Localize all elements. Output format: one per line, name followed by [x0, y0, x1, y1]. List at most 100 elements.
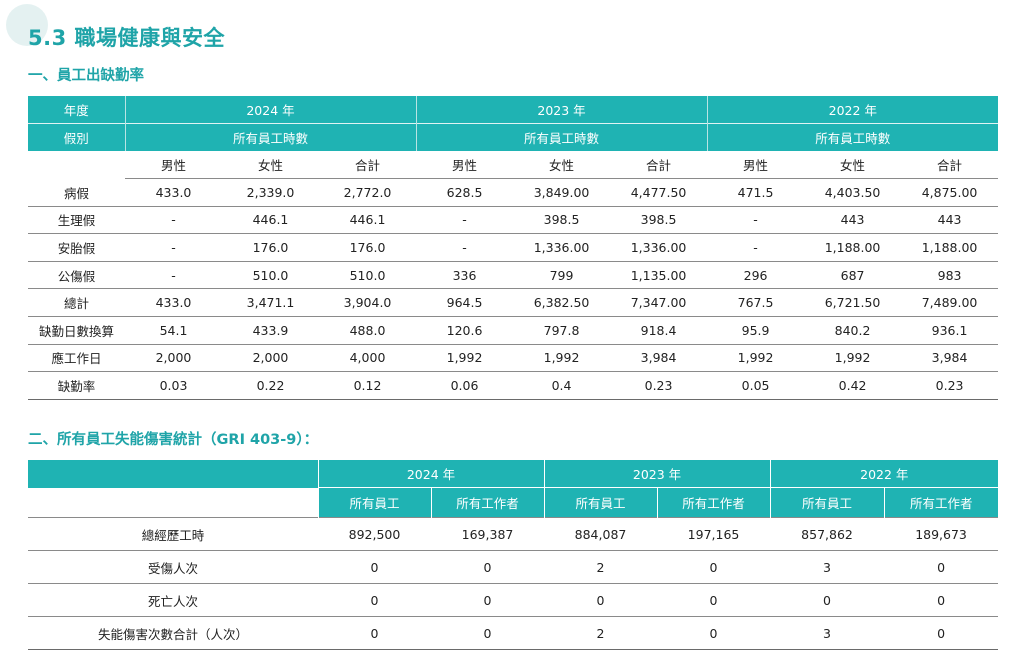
section-title-absence: 一、員工出缺勤率: [28, 68, 144, 84]
table-cell: 0: [318, 550, 431, 584]
table-cell: 799: [513, 261, 611, 290]
table-cell: 0: [318, 583, 431, 617]
table-row: 應工作日 2,000 2,000 4,000 1,992 1,992 3,984 1,992 1…: [28, 344, 999, 373]
sub-header: 女性: [513, 151, 611, 179]
table-cell: 0: [431, 616, 545, 650]
row-label: 安胎假: [28, 233, 125, 262]
table-cell: 54.1: [125, 316, 222, 345]
injury-table: 2024 年 2023 年 2022 年 所有員工 所有工作者 所有員工 所有工…: [28, 460, 999, 650]
table-cell: 767.5: [707, 288, 805, 317]
table-cell: 918.4: [610, 316, 708, 345]
sub-header: 合計: [610, 151, 708, 179]
page-title: 5.3 職場健康與安全: [28, 26, 226, 50]
table-row: 缺勤日數換算 54.1 433.9 488.0 120.6 797.8 918.4 95.9 8…: [28, 316, 999, 345]
year-header: 2023 年: [543, 460, 771, 488]
section-title-injury: 二、所有員工失能傷害統計（GRI 403-9）：: [28, 432, 319, 448]
sub-header: 所有員工: [317, 487, 431, 518]
table-cell: 1,336.00: [513, 233, 611, 262]
row-label: 失能傷害次數合計（人次）: [28, 616, 318, 650]
table-row: 死亡人次 0 0 0 0 0 0: [28, 583, 999, 617]
table-cell: 1,188.00: [901, 233, 999, 262]
table-cell: 936.1: [901, 316, 999, 345]
table-cell: 3,849.00: [513, 178, 611, 207]
table-cell: 0: [884, 616, 999, 650]
table-row: 病假 433.0 2,339.0 2,772.0 628.5 3,849.00 4,477.…: [28, 178, 999, 207]
table-cell: 4,000: [319, 344, 417, 373]
sub-header: 女性: [804, 151, 902, 179]
table-cell: 840.2: [804, 316, 902, 345]
table-row: 總計 433.0 3,471.1 3,904.0 964.5 6,382.50 7,347.…: [28, 288, 999, 317]
table-row: 失能傷害次數合計（人次） 0 0 2 0 3 0: [28, 616, 999, 650]
table-cell: 169,387: [431, 517, 545, 551]
table-cell: 336: [416, 261, 514, 290]
sub-header: 合計: [901, 151, 999, 179]
table-cell: -: [125, 261, 222, 290]
year-header: 2022 年: [707, 96, 999, 124]
table-cell: 0: [884, 583, 999, 617]
group-header: 所有員工時數: [125, 123, 417, 151]
table-cell: 4,477.50: [610, 178, 708, 207]
table-cell: 0.4: [513, 371, 611, 400]
blank-header-cell: [28, 151, 125, 179]
table-cell: 2,339.0: [222, 178, 319, 207]
table-cell: 687: [804, 261, 902, 290]
table-cell: 857,862: [770, 517, 885, 551]
table-cell: 1,135.00: [610, 261, 708, 290]
table-cell: 0: [544, 583, 658, 617]
table-cell: 95.9: [707, 316, 805, 345]
table-cell: 176.0: [319, 233, 417, 262]
leave-type-header: 假別: [28, 123, 126, 151]
sub-header: 所有員工: [543, 487, 658, 518]
table-cell: 0.05: [707, 371, 805, 400]
year-header: 2023 年: [416, 96, 708, 124]
sub-header: 女性: [222, 151, 319, 179]
row-label: 總經歷工時: [28, 517, 318, 551]
table-cell: 446.1: [222, 206, 319, 235]
table-cell: 4,875.00: [901, 178, 999, 207]
table-cell: 3: [770, 550, 885, 584]
row-label: 缺勤日數換算: [28, 316, 125, 345]
table-cell: 7,347.00: [610, 288, 708, 317]
table-cell: 433.9: [222, 316, 319, 345]
table-cell: 0: [884, 550, 999, 584]
table-cell: 446.1: [319, 206, 417, 235]
table-cell: 983: [901, 261, 999, 290]
blank-header-cell: [28, 460, 318, 488]
table-row: 缺勤率 0.03 0.22 0.12 0.06 0.4 0.23 0.05 0.42 0.23: [28, 371, 999, 400]
table-cell: 0.23: [901, 371, 999, 400]
table-cell: 0: [431, 550, 545, 584]
row-label: 缺勤率: [28, 371, 125, 400]
table-cell: 176.0: [222, 233, 319, 262]
table-cell: 433.0: [125, 178, 222, 207]
year-header: 2022 年: [769, 460, 999, 488]
table-cell: 0.42: [804, 371, 902, 400]
table-cell: 2,000: [222, 344, 319, 373]
blank-header-cell: [28, 487, 318, 518]
row-label: 病假: [28, 178, 125, 207]
table-cell: 0.23: [610, 371, 708, 400]
table-cell: 443: [901, 206, 999, 235]
table-cell: 884,087: [544, 517, 658, 551]
sub-header: 男性: [125, 151, 222, 179]
sub-header: 所有工作者: [656, 487, 771, 518]
sub-header: 所有員工: [769, 487, 885, 518]
table-cell: 510.0: [319, 261, 417, 290]
table-cell: 0: [770, 583, 885, 617]
table-cell: 488.0: [319, 316, 417, 345]
table-cell: 197,165: [657, 517, 771, 551]
table-cell: -: [707, 233, 805, 262]
absence-table: 年度 2024 年 2023 年 2022 年 假別 所有員工時數 所有員工時數…: [28, 96, 999, 400]
table-cell: 1,188.00: [804, 233, 902, 262]
table-row: 受傷人次 0 0 2 0 3 0: [28, 550, 999, 584]
table-cell: 4,403.50: [804, 178, 902, 207]
table-cell: 6,382.50: [513, 288, 611, 317]
sub-header: 男性: [416, 151, 514, 179]
table-cell: 892,500: [318, 517, 431, 551]
year-header: 2024 年: [125, 96, 417, 124]
year-label-header: 年度: [28, 96, 126, 124]
group-header: 所有員工時數: [416, 123, 708, 151]
table-cell: 3,471.1: [222, 288, 319, 317]
table-row: 總經歷工時 892,500 169,387 884,087 197,165 857,862…: [28, 517, 999, 551]
table-cell: 1,992: [804, 344, 902, 373]
row-label: 應工作日: [28, 344, 125, 373]
